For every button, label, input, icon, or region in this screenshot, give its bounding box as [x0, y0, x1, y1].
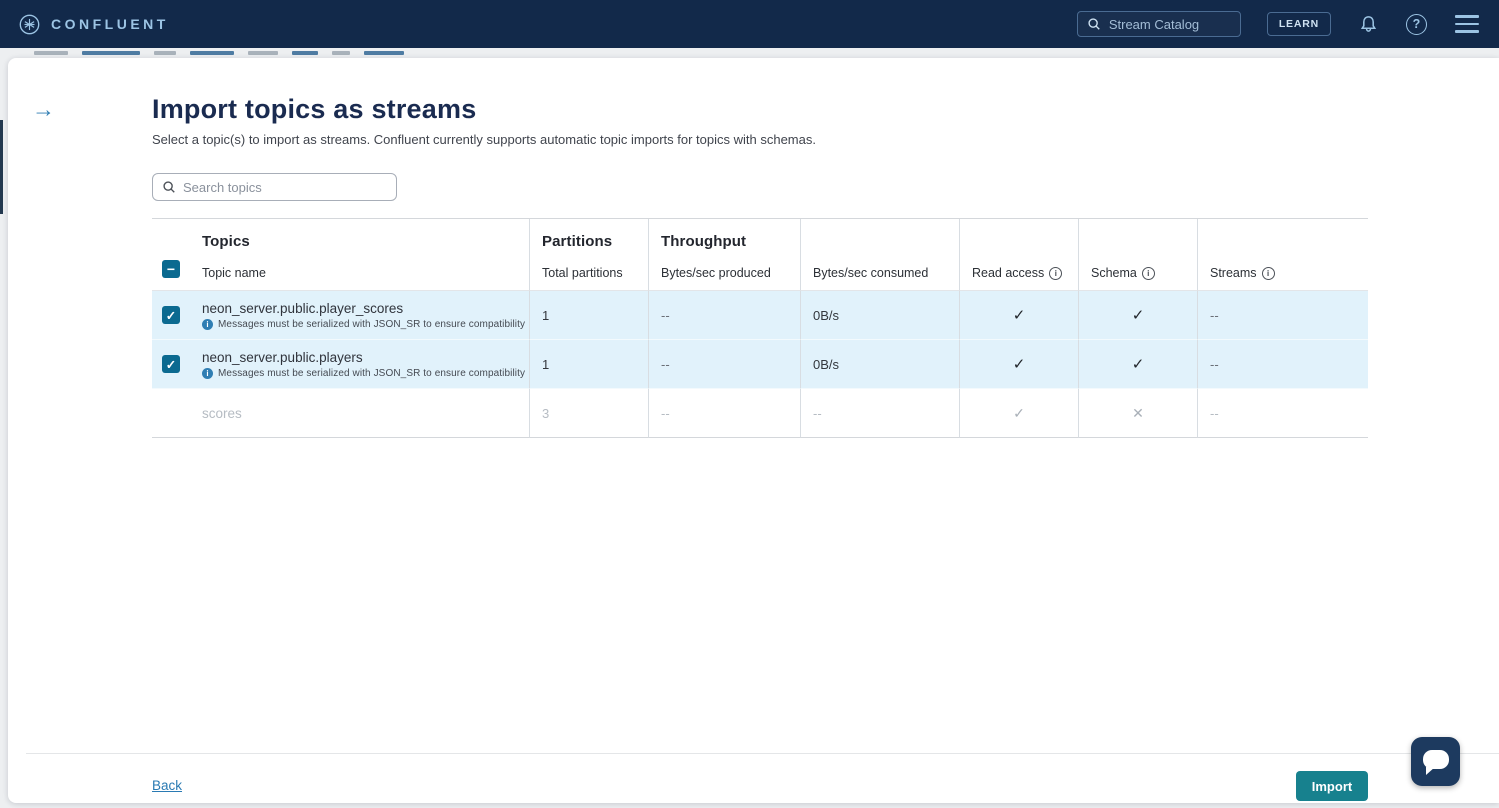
brand[interactable]: CONFLUENT	[18, 13, 169, 36]
column-label-read-access: Read access	[972, 266, 1044, 280]
collapse-arrow-icon[interactable]: →	[32, 98, 55, 120]
header-topics: Topics Topic name	[190, 219, 529, 291]
search-icon	[1087, 17, 1101, 31]
column-label-topic-name: Topic name	[202, 266, 521, 280]
streams-cell: --	[1197, 389, 1368, 438]
partitions-cell: 1	[529, 340, 648, 389]
back-link[interactable]: Back	[152, 778, 182, 793]
header-schema: Schemai	[1078, 219, 1197, 291]
learn-button[interactable]: LEARN	[1267, 12, 1331, 36]
streams-cell: --	[1197, 340, 1368, 389]
select-all-checkbox[interactable]: −	[162, 260, 180, 278]
produced-cell: --	[648, 340, 800, 389]
group-label-topics: Topics	[202, 233, 521, 250]
topic-note-text: Messages must be serialized with JSON_SR…	[218, 319, 525, 330]
footer-divider	[26, 753, 1499, 754]
column-label-bytes-consumed: Bytes/sec consumed	[813, 266, 951, 280]
app-root: CONFLUENT LEARN ?	[0, 0, 1499, 808]
nav-actions: LEARN ?	[1077, 11, 1481, 37]
column-label-total-partitions: Total partitions	[542, 266, 640, 280]
topic-search-input[interactable]	[183, 180, 373, 195]
topic-note: i Messages must be serialized with JSON_…	[202, 368, 525, 379]
background-sidebar-edge	[0, 120, 3, 214]
breadcrumb-fragment	[292, 51, 318, 55]
import-panel: → Import topics as streams Select a topi…	[8, 58, 1499, 803]
read-access-cell: ✓	[959, 291, 1078, 340]
breadcrumb-fragment	[34, 51, 68, 55]
select-all-cell: −	[152, 219, 190, 291]
info-icon: i	[202, 319, 213, 330]
stream-catalog-search[interactable]	[1077, 11, 1241, 37]
breadcrumb-fragment	[154, 51, 176, 55]
notifications-icon[interactable]	[1357, 13, 1380, 36]
help-question-glyph: ?	[1406, 14, 1427, 35]
menu-icon[interactable]	[1453, 13, 1481, 34]
empty-checkbox-cell	[152, 389, 190, 438]
column-label-bytes-produced: Bytes/sec produced	[661, 266, 792, 280]
produced-cell: --	[648, 291, 800, 340]
info-icon[interactable]: i	[1142, 267, 1155, 280]
help-icon[interactable]: ?	[1406, 14, 1427, 35]
column-label-schema: Schema	[1091, 266, 1137, 280]
header-produced: Throughput Bytes/sec produced	[648, 219, 800, 291]
consumed-cell: 0B/s	[800, 340, 959, 389]
chat-widget-button[interactable]	[1411, 737, 1460, 786]
brand-name: CONFLUENT	[51, 16, 169, 32]
topic-name: neon_server.public.players	[202, 350, 363, 365]
row-checkbox[interactable]: ✓	[162, 355, 180, 373]
read-access-cell: ✓	[959, 340, 1078, 389]
info-icon[interactable]: i	[1049, 267, 1062, 280]
top-nav: CONFLUENT LEARN ?	[0, 0, 1499, 48]
import-button[interactable]: Import	[1296, 771, 1368, 801]
breadcrumb-fragment	[190, 51, 234, 55]
header-partitions: Partitions Total partitions	[529, 219, 648, 291]
consumed-cell: --	[800, 389, 959, 438]
check-icon: ✓	[1013, 306, 1026, 324]
streams-cell: --	[1197, 291, 1368, 340]
produced-cell: --	[648, 389, 800, 438]
info-icon: i	[202, 368, 213, 379]
page-subtitle: Select a topic(s) to import as streams. …	[152, 132, 816, 147]
topic-note: i Messages must be serialized with JSON_…	[202, 319, 525, 330]
group-label-partitions: Partitions	[542, 233, 640, 250]
chat-bubble-icon	[1423, 750, 1449, 769]
info-icon[interactable]: i	[1262, 267, 1275, 280]
topic-note-text: Messages must be serialized with JSON_SR…	[218, 368, 525, 379]
header-consumed: Bytes/sec consumed	[800, 219, 959, 291]
schema-cell: ✓	[1078, 340, 1197, 389]
check-icon: ✓	[1013, 355, 1026, 373]
consumed-cell: 0B/s	[800, 291, 959, 340]
topic-cell: neon_server.public.player_scores i Messa…	[190, 291, 529, 340]
page-title: Import topics as streams	[152, 94, 476, 125]
topic-cell: scores	[190, 389, 529, 438]
breadcrumb-fragment	[82, 51, 140, 55]
cross-icon: ✕	[1132, 405, 1144, 422]
check-icon: ✓	[1013, 405, 1025, 422]
header-read-access: Read access i	[959, 219, 1078, 291]
row-checkbox[interactable]: ✓	[162, 306, 180, 324]
confluent-logo-icon	[18, 13, 41, 36]
stream-catalog-input[interactable]	[1109, 17, 1227, 32]
read-access-cell: ✓	[959, 389, 1078, 438]
topic-name: scores	[202, 406, 242, 421]
topic-search[interactable]	[152, 173, 397, 201]
breadcrumb-fragment	[248, 51, 278, 55]
partitions-cell: 3	[529, 389, 648, 438]
breadcrumb-fragment	[332, 51, 350, 55]
column-label-streams: Streams	[1210, 266, 1257, 280]
breadcrumb-fragment	[364, 51, 404, 55]
check-icon: ✓	[1132, 355, 1145, 373]
partitions-cell: 1	[529, 291, 648, 340]
header-streams: Streams i	[1197, 219, 1368, 291]
topic-name: neon_server.public.player_scores	[202, 301, 403, 316]
check-icon: ✓	[1132, 306, 1145, 324]
topics-table: − Topics Topic name Partitions Total par…	[152, 218, 1368, 438]
topic-cell: neon_server.public.players i Messages mu…	[190, 340, 529, 389]
schema-cell: ✓	[1078, 291, 1197, 340]
group-label-throughput: Throughput	[661, 233, 792, 250]
search-icon	[162, 180, 176, 194]
schema-cell: ✕	[1078, 389, 1197, 438]
